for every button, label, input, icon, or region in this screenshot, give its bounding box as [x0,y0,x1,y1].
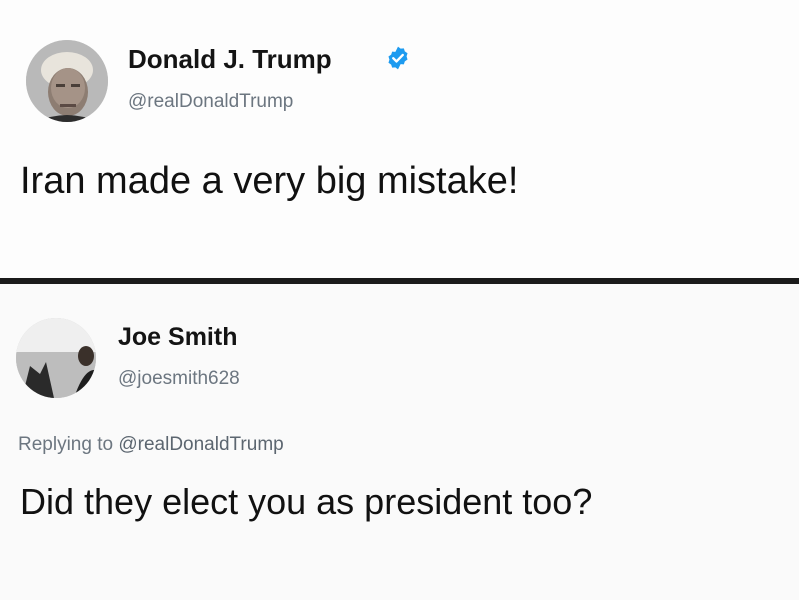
avatar-image [16,318,96,398]
avatar[interactable] [26,40,108,122]
replying-to-mention[interactable]: @realDonaldTrump [118,434,283,455]
user-handle[interactable]: @realDonaldTrump [128,91,293,113]
verified-badge-icon [388,46,408,70]
avatar-image [26,40,108,122]
avatar[interactable] [16,318,96,398]
display-name[interactable]: Joe Smith [118,323,237,352]
tweet-text: Did they elect you as president too? [20,481,593,522]
user-handle[interactable]: @joesmith628 [118,368,240,390]
display-name[interactable]: Donald J. Trump [128,44,332,75]
replying-to-line: Replying to @realDonaldTrump [18,434,284,456]
screenshot-page: Donald J. Trump @realDonaldTrump Iran ma… [0,0,799,600]
tweet-text: Iran made a very big mistake! [20,160,519,202]
replying-prefix: Replying to [18,434,114,455]
original-tweet: Donald J. Trump @realDonaldTrump Iran ma… [0,0,799,278]
